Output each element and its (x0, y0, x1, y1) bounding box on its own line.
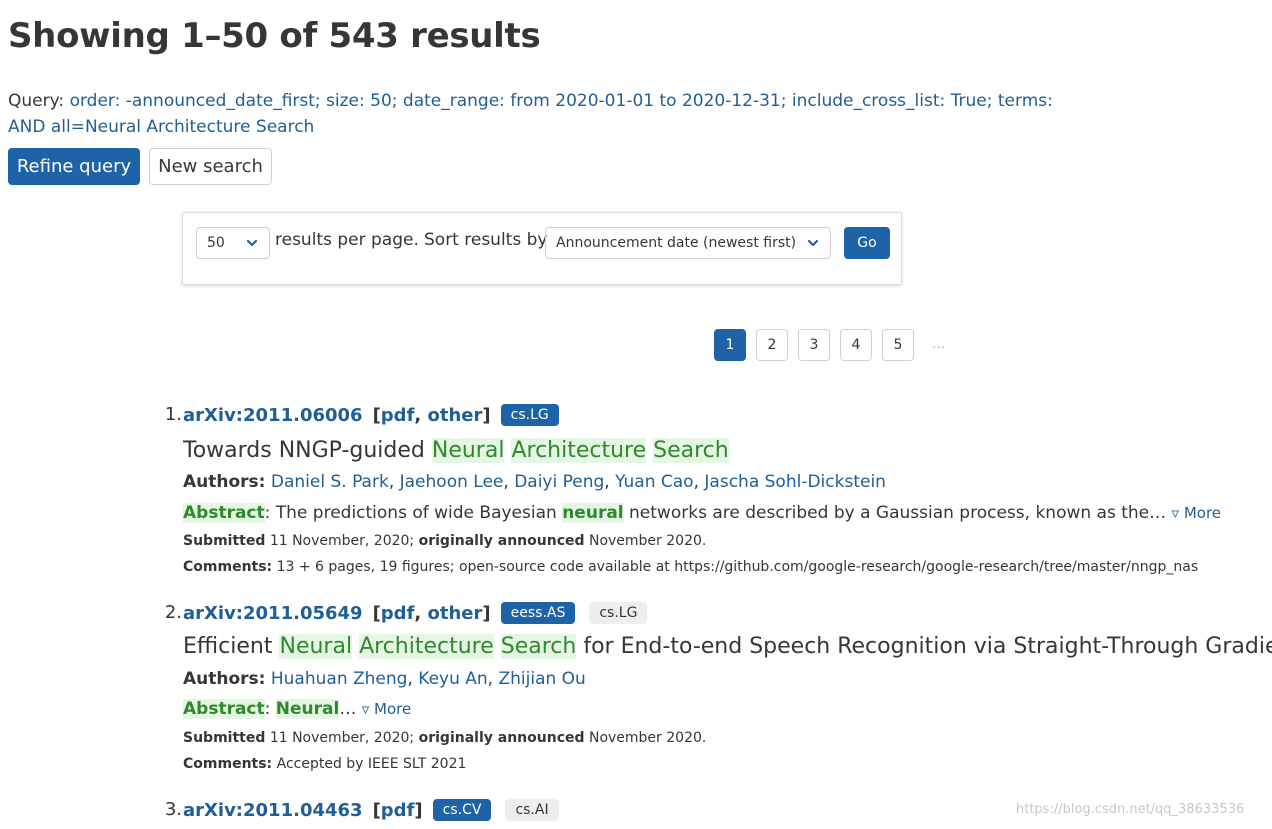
refine-query-button[interactable]: Refine query (8, 148, 140, 185)
category-tag[interactable]: cs.AI (505, 799, 559, 821)
abstract-line: Abstract: The predictions of wide Bayesi… (183, 503, 1222, 523)
author-link[interactable]: Jaehoon Lee (400, 472, 504, 492)
submitted-line: Submitted 11 November, 2020; originally … (183, 730, 707, 746)
sort-value: Announcement date (newest first) (556, 235, 797, 251)
author-link[interactable]: Zhijian Ou (498, 669, 585, 689)
result-number: 3. (164, 799, 182, 820)
highlight-term: Neural (431, 438, 505, 463)
highlight-term: Architecture (359, 634, 494, 659)
author-link[interactable]: Yuan Cao (615, 472, 694, 492)
category-tag[interactable]: cs.CV (432, 799, 492, 821)
abstract-label: Abstract (183, 503, 265, 523)
result-number: 1. (164, 404, 182, 425)
highlight-term: Architecture (511, 438, 647, 463)
other-link[interactable]: other (428, 603, 483, 624)
abstract-line: Abstract: Neural… ▿ More (183, 699, 412, 719)
author-link[interactable]: Daiyi Peng (514, 472, 604, 492)
author-link[interactable]: Huahuan Zheng (271, 669, 408, 689)
page-5-link[interactable]: 5 (882, 329, 914, 361)
chevron-down-icon (246, 239, 258, 247)
category-tag[interactable]: cs.LG (589, 602, 648, 624)
results-per-page-label: results per page. (275, 230, 419, 250)
highlight-term: Search (653, 438, 729, 463)
arxiv-id-link[interactable]: arXiv:2011.05649 (183, 603, 363, 624)
author-link[interactable]: Keyu An (418, 669, 487, 689)
query-summary: Query: order: -announced_date_first; siz… (8, 88, 1068, 140)
result-title: Efficient Neural Architecture Search for… (183, 634, 1272, 659)
highlight-term: neural (562, 503, 624, 523)
go-button[interactable]: Go (844, 227, 890, 259)
watermark-text: https://blog.csdn.net/qq_38633536 (1016, 802, 1245, 817)
page-3-link[interactable]: 3 (798, 329, 830, 361)
new-search-button[interactable]: New search (149, 148, 272, 185)
author-link[interactable]: Jascha Sohl-Dickstein (704, 472, 886, 492)
query-label: Query: (8, 91, 65, 111)
result-header: arXiv:2011.04463 [ pdf ] cs.CV cs.AI (183, 799, 559, 821)
category-tag[interactable]: eess.AS (500, 602, 576, 624)
submitted-line: Submitted 11 November, 2020; originally … (183, 533, 707, 549)
authors-line: Authors: Daniel S. Park, Jaehoon Lee, Da… (183, 472, 886, 492)
query-text: order: -announced_date_first; size: 50; … (8, 91, 1053, 137)
highlight-term: Neural (275, 699, 340, 719)
chevron-down-icon (807, 239, 819, 247)
sort-label: Sort results by (424, 230, 548, 250)
category-tag[interactable]: cs.LG (500, 404, 559, 426)
sort-select[interactable]: Announcement date (newest first) (545, 227, 831, 259)
page-size-value: 50 (207, 235, 225, 251)
arxiv-id-link[interactable]: arXiv:2011.04463 (183, 800, 363, 821)
page-1-link[interactable]: 1 (714, 329, 746, 361)
pdf-link[interactable]: pdf (381, 800, 415, 821)
comments-line: Comments: 13 + 6 pages, 19 figures; open… (183, 559, 1199, 575)
result-title: Towards NNGP-guided Neural Architecture … (183, 438, 729, 463)
abstract-label: Abstract (183, 699, 265, 719)
authors-line: Authors: Huahuan Zheng, Keyu An, Zhijian… (183, 669, 586, 689)
page-4-link[interactable]: 4 (840, 329, 872, 361)
more-toggle[interactable]: ▿ More (362, 700, 411, 718)
page-title: Showing 1–50 of 543 results (8, 16, 541, 56)
other-link[interactable]: other (428, 405, 483, 426)
result-header: arXiv:2011.06006 [ pdf, other ] cs.LG (183, 404, 559, 426)
page-2-link[interactable]: 2 (756, 329, 788, 361)
pdf-link[interactable]: pdf (381, 405, 415, 426)
pagination-ellipsis: … (932, 337, 945, 352)
highlight-term: Neural (279, 634, 353, 659)
result-number: 2. (164, 602, 182, 623)
comments-line: Comments: Accepted by IEEE SLT 2021 (183, 756, 467, 772)
pdf-link[interactable]: pdf (381, 603, 415, 624)
arxiv-id-link[interactable]: arXiv:2011.06006 (183, 405, 363, 426)
highlight-term: Search (500, 634, 577, 659)
result-header: arXiv:2011.05649 [ pdf, other ] eess.AS … (183, 602, 648, 624)
results-controls: 50 results per page. Sort results by Ann… (182, 212, 902, 285)
more-toggle[interactable]: ▿ More (1172, 504, 1221, 522)
page-size-select[interactable]: 50 (196, 227, 270, 259)
author-link[interactable]: Daniel S. Park (271, 472, 389, 492)
